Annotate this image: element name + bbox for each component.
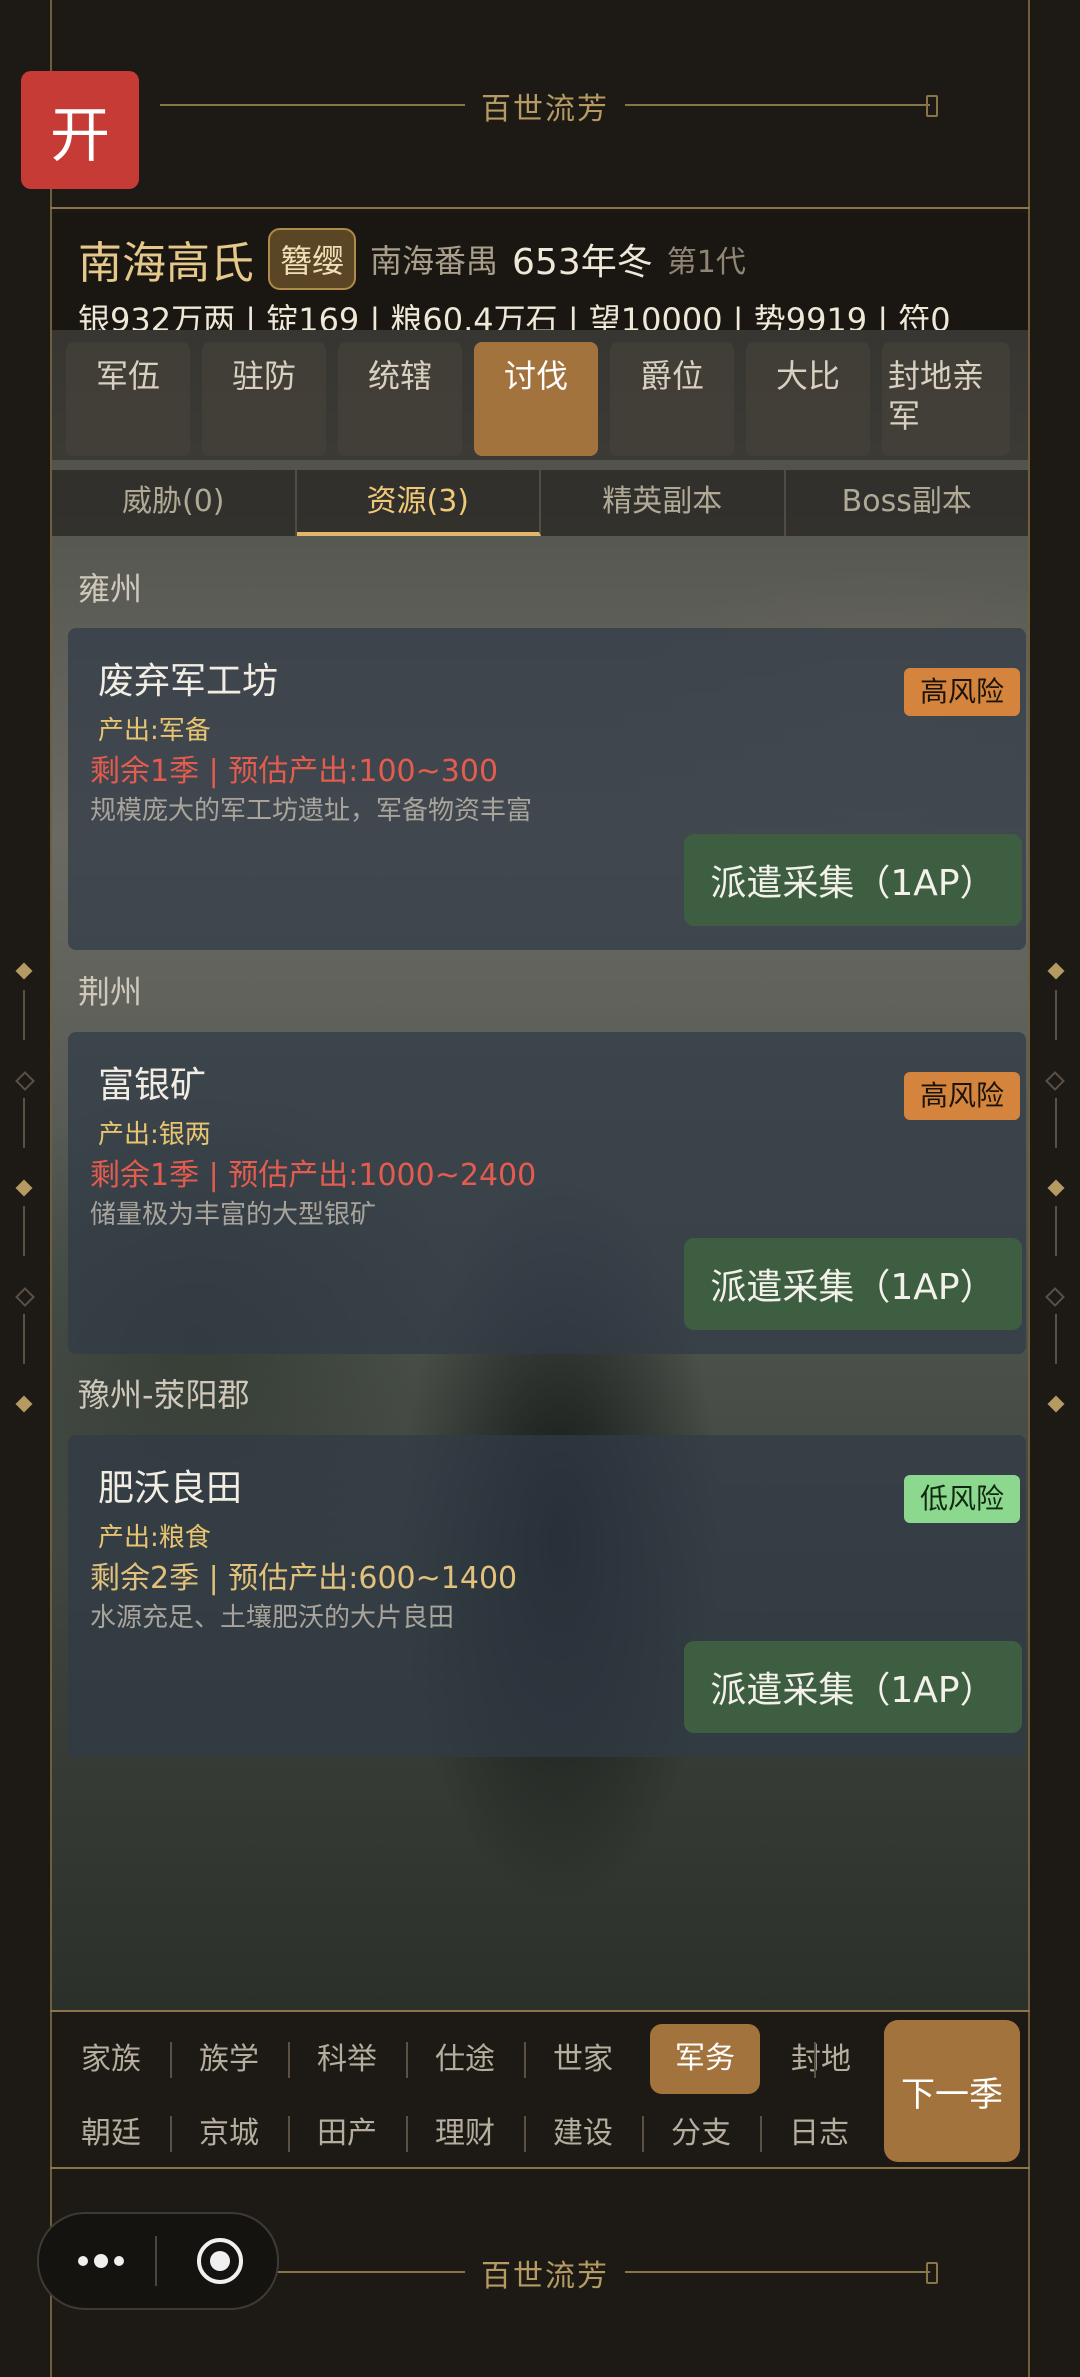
nav-fief[interactable]: 封地 [762, 2030, 880, 2090]
nav-family[interactable]: 家族 [52, 2030, 170, 2090]
game-year: 653年冬 [512, 242, 653, 283]
banner-title: 百世流芳 [465, 2251, 625, 2295]
nav-career[interactable]: 仕途 [406, 2030, 524, 2090]
open-button[interactable]: 开 [21, 71, 139, 189]
diamond-ornament [1045, 1287, 1065, 1307]
main-content: 军伍 驻防 统辖 讨伐 爵位 大比 封地亲军 威胁(0) 资源(3) 精英副本 … [52, 330, 1028, 2010]
main-tabs: 军伍 驻防 统辖 讨伐 爵位 大比 封地亲军 [52, 330, 1028, 460]
region-label: 荆州 [78, 973, 143, 1011]
diamond-ornament [1047, 1179, 1065, 1197]
resource-remaining: 剩余1季 | 预估产出:100~300 [90, 754, 499, 789]
nav-capital[interactable]: 京城 [170, 2104, 288, 2164]
resource-card: 肥沃良田 产出:粮食 剩余2季 | 预估产出:600~1400 水源充足、土壤肥… [68, 1435, 1026, 1757]
resource-remaining: 剩余1季 | 预估产出:1000~2400 [90, 1158, 537, 1193]
resource-card: 富银矿 产出:银两 剩余1季 | 预估产出:1000~2400 储量极为丰富的大… [68, 1032, 1026, 1354]
side-dash [1055, 1098, 1057, 1148]
risk-badge: 高风险 [903, 1072, 1020, 1120]
diamond-ornament [1045, 1071, 1065, 1091]
diamond-ornament [15, 1287, 35, 1307]
capsule-separator [155, 2236, 157, 2286]
subtab-elite-dungeon[interactable]: 精英副本 [541, 470, 786, 536]
risk-badge: 低风险 [903, 1475, 1020, 1523]
tab-contest[interactable]: 大比 [746, 342, 870, 456]
side-dash [23, 990, 25, 1040]
resource-output: 产出:银两 [98, 1120, 211, 1150]
header-divider [50, 207, 1030, 209]
side-dash [23, 1206, 25, 1256]
resource-output: 产出:军备 [98, 716, 211, 746]
nav-construction[interactable]: 建设 [524, 2104, 642, 2164]
nav-log[interactable]: 日志 [760, 2104, 878, 2164]
sub-tabs: 威胁(0) 资源(3) 精英副本 Boss副本 [52, 470, 1028, 536]
side-dash [1055, 1314, 1057, 1364]
nav-divider-bottom [50, 2167, 1030, 2169]
next-season-button[interactable]: 下一季 [884, 2020, 1020, 2162]
banner-title: 百世流芳 [465, 84, 625, 128]
nav-clan-school[interactable]: 族学 [170, 2030, 288, 2090]
subtab-resources[interactable]: 资源(3) [296, 470, 541, 536]
side-dash [1055, 1206, 1057, 1256]
banner-end-ornament [926, 2262, 938, 2284]
top-banner: 百世流芳 [160, 84, 938, 128]
nav-farmland[interactable]: 田产 [288, 2104, 406, 2164]
nav-exam[interactable]: 科举 [288, 2030, 406, 2090]
resource-card: 废弃军工坊 产出:军备 剩余1季 | 预估产出:100~300 规模庞大的军工坊… [68, 628, 1026, 950]
tab-expedition[interactable]: 讨伐 [474, 342, 598, 456]
banner-end-ornament [926, 95, 938, 117]
dispatch-gather-button[interactable]: 派遣采集（1AP） [684, 1238, 1022, 1330]
side-dash [23, 1314, 25, 1364]
resource-name: 肥沃良田 [98, 1468, 243, 1509]
generation: 第1代 [666, 245, 746, 280]
clan-info-row: 南海高氏 簪缨 南海番禺 653年冬 第1代 [78, 227, 746, 291]
risk-badge: 高风险 [903, 668, 1020, 716]
bottom-navigation: 家族 族学 科举 仕途 世家 军务 封地 朝廷 京城 田产 理财 建设 分支 日… [52, 2012, 1028, 2166]
miniprogram-capsule [37, 2212, 279, 2310]
side-dash [1055, 990, 1057, 1040]
nav-court[interactable]: 朝廷 [52, 2104, 170, 2164]
resource-description: 储量极为丰富的大型银矿 [90, 1200, 377, 1230]
clan-name: 南海高氏 [78, 238, 254, 289]
dispatch-gather-button[interactable]: 派遣采集（1AP） [684, 834, 1022, 926]
diamond-ornament [15, 1395, 33, 1413]
nav-finance[interactable]: 理财 [406, 2104, 524, 2164]
subtab-boss-dungeon[interactable]: Boss副本 [786, 470, 1029, 536]
more-icon[interactable] [71, 2234, 131, 2288]
diamond-ornament [1047, 1395, 1065, 1413]
close-target-icon[interactable] [194, 2235, 246, 2287]
clan-rank-badge: 簪缨 [268, 228, 357, 290]
resource-remaining: 剩余2季 | 预估产出:600~1400 [90, 1561, 518, 1596]
diamond-ornament [15, 1179, 33, 1197]
tab-army[interactable]: 军伍 [66, 342, 190, 456]
resource-output: 产出:粮食 [98, 1523, 211, 1553]
resource-name: 富银矿 [98, 1065, 207, 1106]
diamond-ornament [15, 962, 33, 980]
frame-right-line [1028, 0, 1030, 2377]
nav-branches[interactable]: 分支 [642, 2104, 760, 2164]
nav-military[interactable]: 军务 [650, 2024, 760, 2094]
nav-separator [814, 2042, 816, 2078]
dispatch-gather-button[interactable]: 派遣采集（1AP） [684, 1641, 1022, 1733]
tab-fief-guard[interactable]: 封地亲军 [882, 342, 1010, 456]
tab-garrison[interactable]: 驻防 [202, 342, 326, 456]
resource-description: 水源充足、土壤肥沃的大片良田 [90, 1603, 455, 1633]
diamond-ornament [15, 1071, 35, 1091]
subtab-threat[interactable]: 威胁(0) [52, 470, 297, 536]
resource-description: 规模庞大的军工坊遗址，军备物资丰富 [90, 796, 533, 826]
diamond-ornament [1047, 962, 1065, 980]
region-label: 豫州-荥阳郡 [78, 1376, 250, 1414]
region-label: 雍州 [78, 570, 143, 608]
tab-command[interactable]: 统辖 [338, 342, 462, 456]
tab-nobility[interactable]: 爵位 [610, 342, 734, 456]
clan-header: 南海高氏 簪缨 南海番禺 653年冬 第1代 银932万两 | 锭169 | 粮… [52, 213, 1028, 339]
nav-noble-houses[interactable]: 世家 [524, 2030, 642, 2090]
clan-place: 南海番禺 [370, 242, 499, 280]
side-dash [23, 1098, 25, 1148]
resource-name: 废弃军工坊 [98, 661, 279, 702]
